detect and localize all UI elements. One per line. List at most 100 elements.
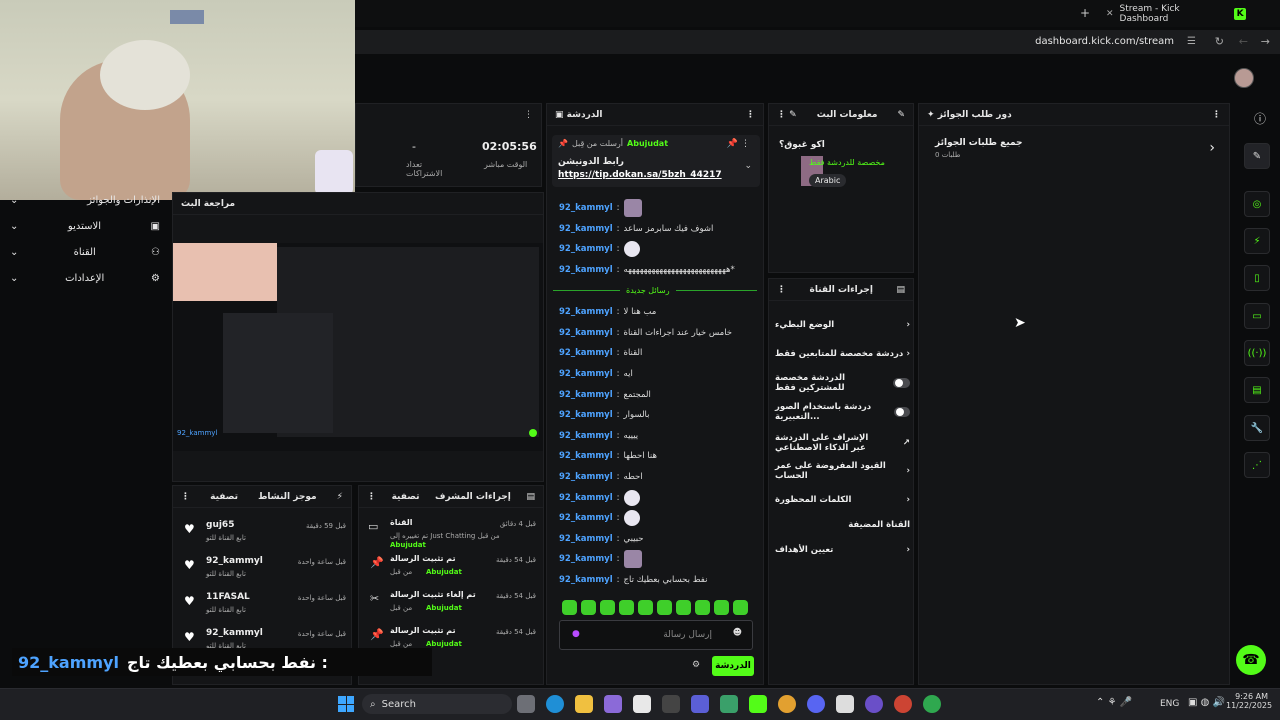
more-icon[interactable]: ⋮ bbox=[1212, 110, 1221, 120]
tray-chevron-icon[interactable]: ⌃ ⚘ 🎤 bbox=[1096, 697, 1132, 708]
chat-username[interactable]: 92_kammyl bbox=[559, 451, 613, 461]
store-icon[interactable] bbox=[633, 695, 651, 713]
emote-icon[interactable] bbox=[600, 600, 615, 615]
emote-icon[interactable] bbox=[714, 600, 729, 615]
nodes-icon[interactable]: ⋰ bbox=[1244, 452, 1270, 478]
chat-message[interactable]: 92_kammyl: bbox=[559, 549, 759, 570]
emote-icon[interactable] bbox=[695, 600, 710, 615]
preview-video[interactable]: 92_kammyl bbox=[173, 243, 543, 451]
sidebar-item-studio[interactable]: ⌄ الاستديو ▣ bbox=[10, 216, 160, 236]
support-icon[interactable]: ☎ bbox=[1236, 645, 1266, 675]
new-tab-button[interactable]: + bbox=[1080, 6, 1090, 20]
chat-username[interactable]: 92_kammyl bbox=[559, 493, 613, 503]
chat-message[interactable]: 92_kammyl: ييييه bbox=[559, 426, 759, 447]
chat-message[interactable]: 92_kammyl: احطه bbox=[559, 467, 759, 488]
tune-icon[interactable]: ☰ bbox=[1187, 36, 1196, 47]
chat-username[interactable]: 92_kammyl bbox=[559, 534, 613, 544]
chat-username[interactable]: 92_kammyl bbox=[559, 369, 613, 379]
edit-icon[interactable]: ✎ bbox=[1244, 143, 1270, 169]
chat-username[interactable]: 92_kammyl bbox=[559, 348, 613, 358]
action-set-goals[interactable]: تعيين الأهداف › bbox=[775, 539, 910, 561]
sidebar-item-channel[interactable]: ⌄ القناة ⚇ bbox=[10, 242, 160, 262]
discord-icon[interactable] bbox=[807, 695, 825, 713]
chat-username[interactable]: 92_kammyl bbox=[559, 472, 613, 482]
chat-message[interactable]: 92_kammyl: bbox=[559, 239, 759, 260]
task-view-icon[interactable] bbox=[517, 695, 535, 713]
sidebar-item-settings[interactable]: ⌄ الإعدادات ⚙ bbox=[10, 268, 160, 288]
chat-message[interactable]: 92_kammyl: اشوف فيك سابرمز ساعد bbox=[559, 219, 759, 240]
taskbar-search[interactable]: ⌕ Search bbox=[362, 694, 512, 714]
chat-username[interactable]: 92_kammyl bbox=[559, 244, 613, 254]
chat-username[interactable]: 92_kammyl bbox=[559, 307, 613, 317]
chat-message[interactable]: 92_kammyl: bbox=[559, 508, 759, 529]
wrench-icon[interactable]: 🔧 bbox=[1244, 415, 1270, 441]
chat-username[interactable]: 92_kammyl bbox=[559, 575, 613, 585]
file-explorer-icon[interactable] bbox=[575, 695, 593, 713]
chat-message[interactable]: 92_kammyl: القناة bbox=[559, 343, 759, 364]
chat-message[interactable]: 92_kammyl: ايه bbox=[559, 364, 759, 385]
action-subscribers-only[interactable]: الدردشة مخصصة للمشتركين فقط bbox=[775, 372, 910, 394]
chat-username[interactable]: 92_kammyl bbox=[559, 224, 613, 234]
emote-icon[interactable] bbox=[676, 600, 691, 615]
action-account-age[interactable]: القيود المفروضة على عمر الحساب › bbox=[775, 460, 910, 482]
emote-icon[interactable] bbox=[562, 600, 577, 615]
network-icon[interactable]: ▣ ◍ 🔊 bbox=[1188, 697, 1225, 708]
layout-icon[interactable]: ▤ bbox=[1244, 377, 1270, 403]
chrome-icon[interactable] bbox=[778, 695, 796, 713]
broadcast-icon[interactable]: ((·)) bbox=[1244, 340, 1270, 366]
action-ai-moderation[interactable]: الإشراف على الدردشة عبر الذكاء الاصطناعي… bbox=[775, 430, 910, 456]
chat-username[interactable]: 92_kammyl bbox=[559, 265, 613, 275]
app-icon[interactable] bbox=[720, 695, 738, 713]
chat-message[interactable]: 92_kammyl: هنا احطها bbox=[559, 446, 759, 467]
close-tab-icon[interactable]: ✕ bbox=[1106, 9, 1114, 19]
app-icon[interactable] bbox=[865, 695, 883, 713]
app-icon[interactable] bbox=[894, 695, 912, 713]
chat-username[interactable]: 92_kammyl bbox=[559, 431, 613, 441]
rewards-all-requests[interactable]: جميع طلبات الجوائز bbox=[935, 138, 1023, 148]
chrome-icon[interactable] bbox=[923, 695, 941, 713]
bolt-icon[interactable]: ⚡ bbox=[1244, 228, 1270, 254]
chat-bubble-icon[interactable]: ▭ bbox=[1244, 303, 1270, 329]
language-indicator[interactable]: ENG bbox=[1160, 699, 1179, 709]
chat-message[interactable]: 92_kammyl: نفط بحسابي بعطيك تاج bbox=[559, 570, 759, 591]
chat-message[interactable]: 92_kammyl: خامس خيار عند اجراءات القناة bbox=[559, 323, 759, 344]
mic-icon[interactable]: ● bbox=[572, 629, 580, 639]
chat-message[interactable]: 92_kammyl: مب هنا لا bbox=[559, 302, 759, 323]
app-icon[interactable] bbox=[662, 695, 680, 713]
action-slow-mode[interactable]: الوضع البطيء › bbox=[775, 314, 910, 336]
edge-icon[interactable] bbox=[546, 695, 564, 713]
mod-filter[interactable]: تصفية bbox=[392, 492, 420, 502]
sidebar-item-rewards[interactable]: ⌄ الإنذارات والجوائز bbox=[10, 190, 160, 210]
chat-message[interactable]: 92_kammyl: bbox=[559, 487, 759, 508]
chat-username[interactable]: 92_kammyl bbox=[559, 410, 613, 420]
more-icon[interactable]: ⋮ bbox=[746, 110, 755, 120]
chat-input[interactable]: ● إرسال رسالة ☻ bbox=[559, 620, 753, 650]
forward-icon[interactable]: → bbox=[1261, 35, 1270, 48]
chat-message[interactable]: 92_kammyl: حبيبي bbox=[559, 529, 759, 550]
stream-category[interactable]: مخصصة للدردشة فقط bbox=[809, 158, 885, 167]
action-emote-only[interactable]: دردشة باستخدام الصور التعبيرية... bbox=[775, 401, 910, 423]
chat-message[interactable]: 92_kammyl: bbox=[559, 198, 759, 219]
emote-icon[interactable] bbox=[638, 600, 653, 615]
app-icon[interactable] bbox=[836, 695, 854, 713]
pinned-message[interactable]: 📌 أرسلت من قِبل Abujudat 📌 ⋮ رابط الدوني… bbox=[552, 135, 760, 187]
pin-toggle-icon[interactable]: 📌 ⋮ bbox=[727, 139, 750, 149]
emote-icon[interactable] bbox=[657, 600, 672, 615]
chat-message[interactable]: 92_kammyl: بالسوار bbox=[559, 405, 759, 426]
more-icon[interactable]: ⋮ bbox=[181, 492, 190, 502]
windows-start-icon[interactable] bbox=[338, 696, 354, 712]
gear-icon[interactable]: ⚙ bbox=[692, 660, 700, 670]
reload-icon[interactable]: ↻ bbox=[1215, 35, 1224, 48]
chat-username[interactable]: 92_kammyl bbox=[559, 554, 613, 564]
document-icon[interactable]: ▯ bbox=[1244, 265, 1270, 291]
chevron-right-icon[interactable]: › bbox=[1209, 140, 1215, 156]
copilot-icon[interactable] bbox=[604, 695, 622, 713]
more-icon[interactable]: ⋮ bbox=[777, 285, 786, 295]
more-icon[interactable]: ⋮ bbox=[367, 492, 376, 502]
emote-icon[interactable] bbox=[619, 600, 634, 615]
emote-icon[interactable] bbox=[733, 600, 748, 615]
chat-message[interactable]: 92_kammyl: المجتمع bbox=[559, 384, 759, 405]
action-followers-only[interactable]: دردشة مخصصة للمتابعين فقط › bbox=[775, 343, 910, 365]
app-icon[interactable] bbox=[691, 695, 709, 713]
pinned-link[interactable]: https://tip.dokan.sa/5bzh_44217 bbox=[558, 170, 722, 180]
